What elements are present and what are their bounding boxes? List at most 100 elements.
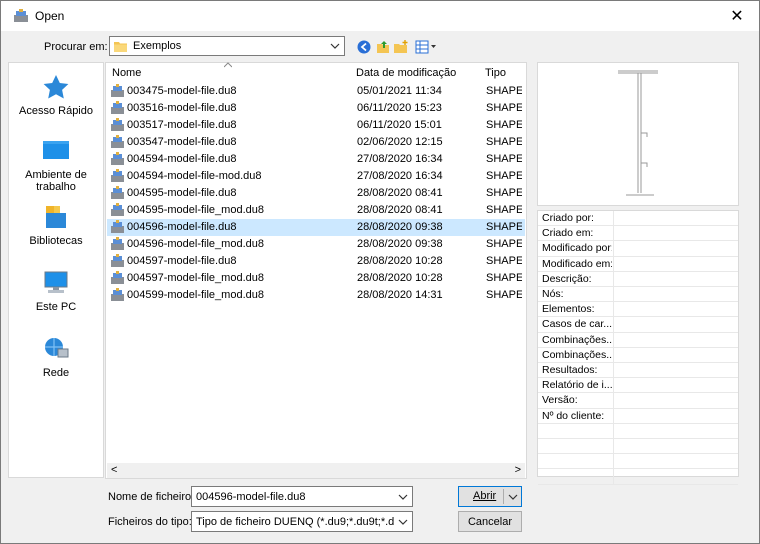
file-name: 004595-model-file_mod.du8 bbox=[127, 204, 264, 216]
du8-file-icon bbox=[111, 203, 124, 216]
open-label: Abrir bbox=[473, 490, 497, 502]
property-row bbox=[538, 469, 738, 485]
file-row[interactable]: 003547-model-file.du8 02/06/2020 12:15 SHA… bbox=[107, 134, 525, 151]
property-separator bbox=[613, 469, 614, 485]
libraries-icon bbox=[40, 203, 72, 231]
property-separator bbox=[613, 408, 614, 424]
property-row: Nº do cliente: bbox=[538, 408, 738, 424]
model-preview-image bbox=[618, 70, 658, 196]
property-row bbox=[538, 423, 738, 439]
file-name: 004594-model-file.du8 bbox=[127, 153, 237, 165]
property-key: Nós: bbox=[542, 288, 564, 300]
file-row[interactable]: 004597-model-file_mod.du8 28/08/2020 10:2… bbox=[107, 270, 525, 287]
file-row[interactable]: 004595-model-file_mod.du8 28/08/2020 08:4… bbox=[107, 202, 525, 219]
place-label: Este PC bbox=[35, 301, 77, 313]
file-row[interactable]: 004595-model-file.du8 28/08/2020 08:41 SHA… bbox=[107, 185, 525, 202]
du8-file-icon bbox=[111, 84, 124, 97]
file-type: SHAPE-T bbox=[486, 221, 522, 233]
app-icon bbox=[14, 9, 28, 22]
column-header-type[interactable]: Tipo bbox=[485, 67, 506, 83]
places-bar: Acesso Rápido Ambiente de trabalho Bibli… bbox=[8, 62, 104, 478]
file-type: SHAPE-T bbox=[486, 272, 522, 284]
chevron-down-icon[interactable] bbox=[398, 492, 408, 502]
place-this-pc[interactable]: Este PC bbox=[9, 269, 103, 313]
lookin-value: Exemplos bbox=[133, 40, 182, 52]
file-name: 004599-model-file_mod.du8 bbox=[127, 289, 264, 301]
property-key: Resultados: bbox=[542, 364, 598, 376]
view-menu-icon[interactable] bbox=[414, 38, 438, 56]
file-name: 003547-model-file.du8 bbox=[127, 136, 237, 148]
star-icon bbox=[40, 73, 72, 101]
file-type: SHAPE-T bbox=[486, 204, 522, 216]
chevron-down-icon[interactable] bbox=[508, 492, 518, 502]
cancel-button[interactable]: Cancelar bbox=[458, 511, 522, 532]
chevron-down-icon[interactable] bbox=[398, 517, 408, 527]
property-row: Combinações... bbox=[538, 347, 738, 363]
file-row[interactable]: 004599-model-file_mod.du8 28/08/2020 14:3… bbox=[107, 287, 525, 304]
file-row[interactable]: 004594-model-file.du8 27/08/2020 16:34 SHA… bbox=[107, 151, 525, 168]
new-folder-icon[interactable] bbox=[392, 38, 410, 56]
property-row: Versão: bbox=[538, 393, 738, 409]
file-row[interactable]: 004597-model-file.du8 28/08/2020 10:28 SHA… bbox=[107, 253, 525, 270]
file-date: 28/08/2020 10:28 bbox=[357, 255, 443, 267]
place-desktop[interactable]: Ambiente de trabalho bbox=[9, 137, 103, 193]
back-icon[interactable] bbox=[355, 38, 373, 56]
file-row[interactable]: 004596-model-file.du8 28/08/2020 09:38 SHA… bbox=[107, 219, 525, 236]
file-row[interactable]: 003475-model-file.du8 05/01/2021 11:34 SHA… bbox=[107, 83, 525, 100]
property-key: Modificado por: bbox=[542, 242, 612, 255]
file-type: SHAPE-T bbox=[486, 289, 522, 301]
property-row: Resultados: bbox=[538, 363, 738, 379]
file-type: SHAPE-T bbox=[486, 85, 522, 97]
place-quick-access[interactable]: Acesso Rápido bbox=[9, 73, 103, 117]
close-button[interactable]: ✕ bbox=[715, 1, 759, 31]
file-date: 27/08/2020 16:34 bbox=[357, 153, 443, 165]
file-row[interactable]: 003516-model-file.du8 06/11/2020 15:23 SHA… bbox=[107, 100, 525, 117]
chevron-down-icon bbox=[330, 43, 340, 49]
column-header-name[interactable]: Nome bbox=[112, 67, 141, 83]
du8-file-icon bbox=[111, 152, 124, 165]
file-type: SHAPE-T bbox=[486, 136, 522, 148]
place-network[interactable]: Rede bbox=[9, 335, 103, 379]
open-button[interactable]: Abrir bbox=[458, 486, 522, 507]
du8-file-icon bbox=[111, 220, 124, 233]
lookin-combo[interactable]: Exemplos bbox=[109, 36, 345, 56]
file-row[interactable]: 004594-model-file-mod.du8 27/08/2020 16:3… bbox=[107, 168, 525, 185]
up-folder-icon[interactable] bbox=[374, 38, 392, 56]
property-row bbox=[538, 454, 738, 470]
file-date: 28/08/2020 14:31 bbox=[357, 289, 443, 301]
file-row[interactable]: 003517-model-file.du8 06/11/2020 15:01 SHA… bbox=[107, 117, 525, 134]
file-date: 05/01/2021 11:34 bbox=[357, 85, 442, 97]
horizontal-scrollbar[interactable]: < > bbox=[107, 463, 525, 478]
file-type: SHAPE-T bbox=[486, 255, 522, 267]
du8-file-icon bbox=[111, 271, 124, 284]
filetype-combo[interactable]: Tipo de ficheiro DUENQ (*.du9;*.du9t;*.d… bbox=[191, 511, 413, 532]
file-type: SHAPE-T bbox=[486, 187, 522, 199]
filename-combo[interactable]: 004596-model-file.du8 bbox=[191, 486, 413, 507]
cancel-label: Cancelar bbox=[467, 515, 513, 528]
property-separator bbox=[613, 363, 614, 378]
property-row: Modificado por: bbox=[538, 241, 738, 257]
property-separator bbox=[613, 271, 614, 287]
file-name: 004597-model-file.du8 bbox=[127, 255, 237, 267]
lookin-label: Procurar em: bbox=[44, 41, 108, 53]
filename-input[interactable]: 004596-model-file.du8 bbox=[196, 491, 305, 503]
property-key: Versão: bbox=[542, 394, 578, 407]
property-row: Elementos: bbox=[538, 302, 738, 318]
network-icon bbox=[40, 335, 72, 363]
scroll-left-icon[interactable]: < bbox=[111, 464, 117, 476]
file-date: 27/08/2020 16:34 bbox=[357, 170, 443, 182]
column-header-date[interactable]: Data de modificação bbox=[356, 67, 456, 83]
property-row: Criado por: bbox=[538, 211, 738, 227]
file-name: 004597-model-file_mod.du8 bbox=[127, 272, 264, 284]
place-libraries[interactable]: Bibliotecas bbox=[9, 203, 103, 247]
file-name: 004596-model-file_mod.du8 bbox=[127, 238, 264, 250]
file-row[interactable]: 004596-model-file_mod.du8 28/08/2020 09:3… bbox=[107, 236, 525, 253]
scroll-right-icon[interactable]: > bbox=[515, 464, 521, 476]
file-date: 28/08/2020 08:41 bbox=[357, 204, 443, 216]
file-list[interactable]: Nome Data de modificação Tipo 003475-mod… bbox=[105, 62, 527, 479]
property-row: Descrição: bbox=[538, 271, 738, 287]
file-date: 02/06/2020 12:15 bbox=[357, 136, 443, 148]
folder-icon bbox=[114, 41, 127, 52]
property-separator bbox=[613, 332, 614, 348]
property-key: Combinações... bbox=[542, 333, 612, 346]
